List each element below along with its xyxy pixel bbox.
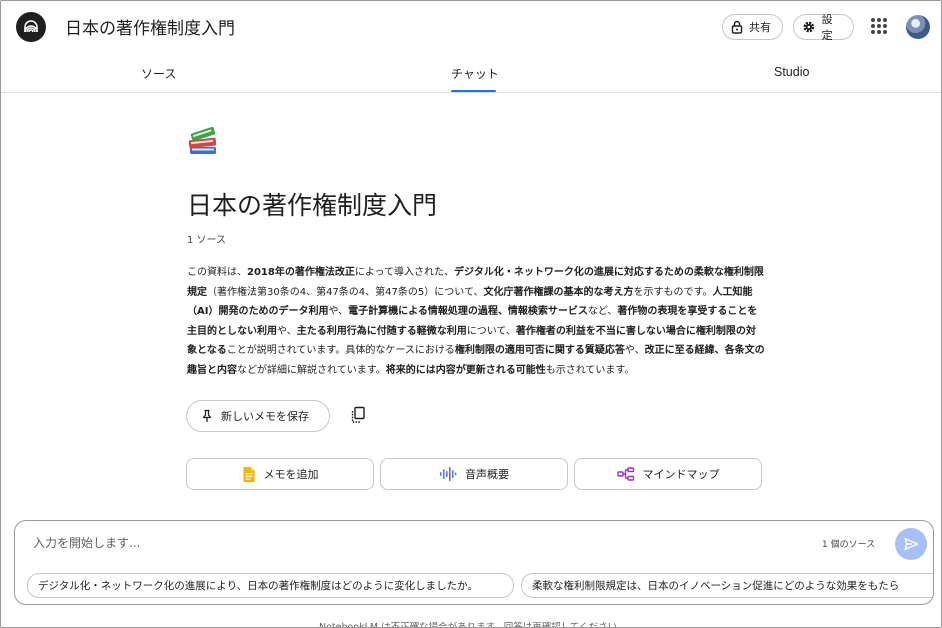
apps-grid-icon[interactable] <box>871 18 887 34</box>
add-note-label: メモを追加 <box>263 468 319 481</box>
mind-map-label: マインドマップ <box>642 468 720 481</box>
save-note-label: 新しいメモを保存 <box>221 410 309 423</box>
summary-text: などが詳細に解説されています。 <box>237 364 386 376</box>
source-count-chip: 1 個のソース <box>822 540 876 550</box>
summary-text: を示すものです。 <box>633 286 713 298</box>
notebook-logo-icon[interactable] <box>16 12 46 42</box>
suggested-question[interactable]: 柔軟な権利制限規定は、日本のイノベーション促進にどのような効果をもたら <box>521 573 933 598</box>
summary-text: この資料は、 <box>187 267 247 278</box>
summary-text: ことが説明されています。具体的なケースにおける <box>226 345 455 357</box>
notebook-summary: この資料は、2018年の著作権法改正によって導入された、デジタル化・ネットワーク… <box>187 263 765 381</box>
avatar[interactable] <box>906 15 930 39</box>
summary-text: （著作権法第30条の4、第47条の4、第47条の5）について、 <box>207 286 484 298</box>
chat-composer: 1 個のソース デジタル化・ネットワーク化の進展により、日本の著作権制度はどのよ… <box>14 520 934 605</box>
settings-button[interactable]: 設定 <box>793 13 854 42</box>
summary-text: も示されています。 <box>545 364 635 376</box>
lock-icon <box>731 20 743 34</box>
summary-text: について、 <box>466 325 516 337</box>
summary-highlight: 電子計算機による情報処理の過程、情報検索サービス <box>348 306 588 318</box>
share-label: 共有 <box>749 21 771 34</box>
settings-label: 設定 <box>821 13 833 42</box>
disclaimer-text: NotebookLM は不正確な場合があります。回答は再確認してください。 <box>319 622 627 628</box>
gear-icon <box>803 21 815 33</box>
pin-icon <box>202 409 212 422</box>
send-button[interactable] <box>895 528 927 560</box>
books-icon <box>188 126 217 154</box>
mind-map-icon <box>616 467 634 481</box>
active-tab-indicator <box>451 90 496 92</box>
source-count: 1 ソース <box>187 235 227 246</box>
tab-chat[interactable]: チャット <box>451 65 499 82</box>
mind-map-button[interactable]: マインドマップ <box>574 458 762 490</box>
note-icon <box>243 466 254 482</box>
summary-text: など、 <box>587 306 618 318</box>
summary-text: や、 <box>328 306 349 318</box>
audio-overview-label: 音声概要 <box>465 468 509 481</box>
save-note-button[interactable]: 新しいメモを保存 <box>186 400 330 432</box>
audio-overview-button[interactable]: 音声概要 <box>380 458 568 490</box>
summary-highlight: 主たる利用行為に付随する軽微な利用 <box>296 325 467 337</box>
summary-highlight: 2018年の著作権法改正 <box>247 267 355 278</box>
tab-studio[interactable]: Studio <box>774 65 809 79</box>
send-icon <box>904 537 919 551</box>
add-note-button[interactable]: メモを追加 <box>186 458 374 490</box>
summary-text: や、 <box>624 345 645 357</box>
share-button[interactable]: 共有 <box>722 14 783 40</box>
summary-highlight: 将来的には内容が更新される可能性 <box>385 364 546 376</box>
copy-icon[interactable] <box>350 406 366 424</box>
suggested-question[interactable]: デジタル化・ネットワーク化の進展により、日本の著作権制度はどのように変化しました… <box>27 573 514 598</box>
tab-sources[interactable]: ソース <box>141 65 176 82</box>
chat-input[interactable] <box>33 533 793 553</box>
summary-highlight: 権利制限の適用可否に関する質疑応答 <box>454 345 625 357</box>
summary-highlight: 文化庁著作権課の基本的な考え方 <box>483 286 634 298</box>
notebook-header-title[interactable]: 日本の著作権制度入門 <box>65 14 235 39</box>
summary-text: によって導入された、 <box>354 267 455 278</box>
tab-bar: ソース チャット Studio <box>1 53 941 93</box>
summary-text: や、 <box>277 325 297 337</box>
notebook-title: 日本の著作権制度入門 <box>187 191 438 220</box>
audio-wave-icon <box>440 467 457 481</box>
top-bar: 日本の著作権制度入門 共有 設定 <box>1 1 941 53</box>
app-window: 日本の著作権制度入門 共有 設定 ソース チャット Studio 日本の著作権制… <box>0 0 942 628</box>
